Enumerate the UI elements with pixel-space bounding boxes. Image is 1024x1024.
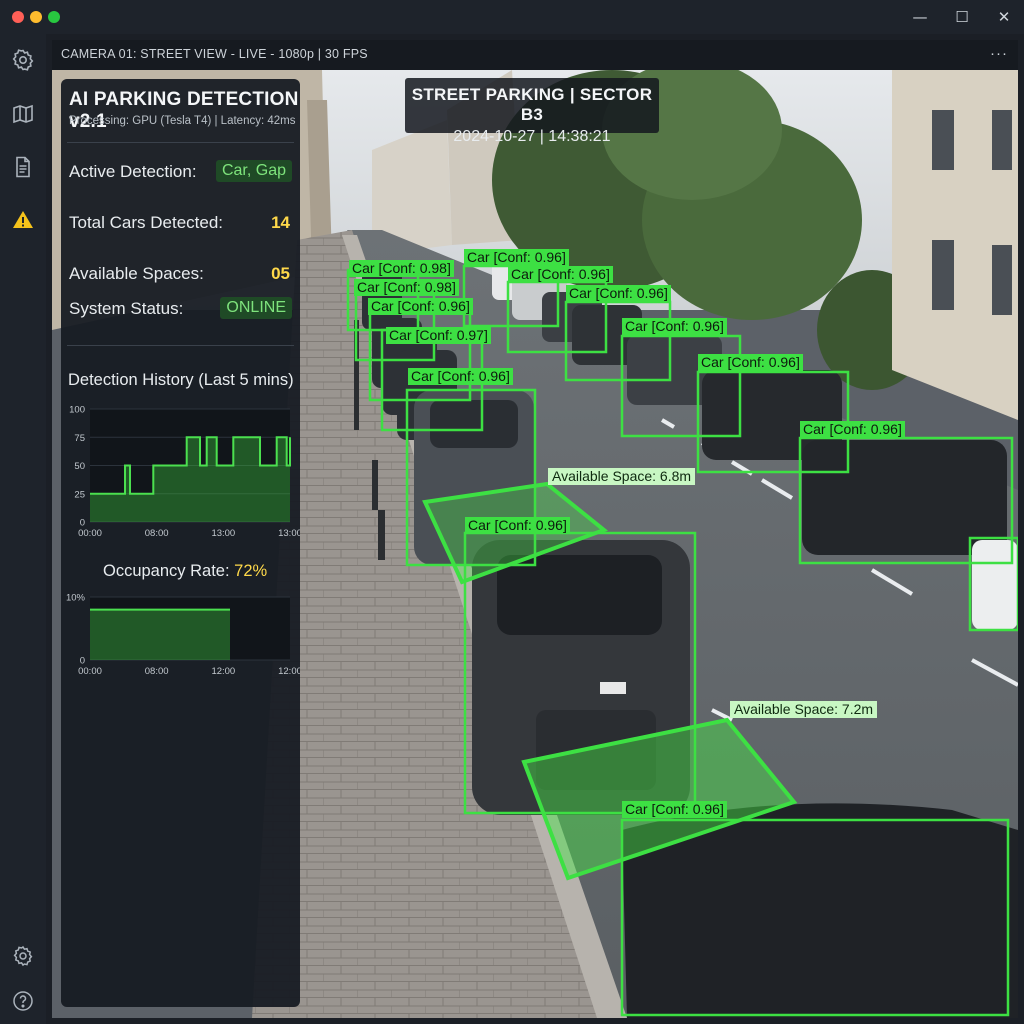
gear-icon[interactable] (11, 48, 35, 72)
document-icon[interactable] (11, 155, 35, 179)
series-area (90, 609, 230, 660)
maximize-button[interactable]: ☐ (949, 6, 975, 28)
occupancy-chart: 10% 000:00 08:00 12:00 12:00 (66, 593, 300, 678)
y-tick-label: 75 (74, 433, 85, 444)
detection-label: Car [Conf: 0.96] (566, 285, 671, 302)
total-cars-label: Total Cars Detected: (69, 213, 224, 232)
x-tick-label: 13:00 (211, 528, 235, 539)
detection-label: Car [Conf: 0.96] (800, 421, 905, 438)
system-status-badge: ONLINE (220, 297, 292, 319)
available-spaces-value: 05 (271, 264, 290, 283)
detection-label: Car [Conf: 0.96] (622, 318, 727, 335)
help-icon[interactable] (11, 989, 35, 1013)
x-tick-label: 00:00 (78, 666, 102, 677)
icon-sidebar (0, 34, 46, 1024)
detection-label: Car [Conf: 0.96] (368, 298, 473, 315)
y-tick-label: 0 (80, 656, 85, 667)
x-tick-label: 12:00 (278, 666, 300, 677)
panel-subtitle: Processing: GPU (Tesla T4) | Latency: 42… (69, 115, 296, 127)
detection-label: Car [Conf: 0.96] (508, 266, 613, 283)
x-tick-label: 00:00 (78, 528, 102, 539)
active-detection-value: Car, Gap (215, 160, 292, 182)
occupancy-value: 72% (234, 562, 268, 580)
x-tick-label: 08:00 (145, 528, 169, 539)
map-icon[interactable] (11, 102, 35, 126)
x-tick-label: 12:00 (211, 666, 235, 677)
occupancy-title: Occupancy Rate: 72% (103, 562, 267, 581)
close-button[interactable]: ✕ (991, 6, 1017, 28)
history-chart: 100 75 50 25 000:00 08:00 13:00 13:00 (69, 405, 300, 540)
space-label: Available Space: 6.8m (548, 468, 696, 485)
occupancy-label: Occupancy Rate: (103, 562, 235, 580)
sector-overlay: STREET PARKING | SECTOR B3 2024-10-27 | … (405, 78, 659, 145)
camera-title: CAMERA 01: STREET VIEW - LIVE - 1080p | … (61, 47, 368, 61)
divider (67, 345, 294, 346)
detection-label: Car [Conf: 0.96] (408, 368, 513, 385)
warning-icon[interactable] (11, 208, 35, 232)
system-status-label: System Status: (69, 299, 184, 318)
total-cars-value: 14 (271, 213, 290, 232)
detection-label: Car [Conf: 0.98] (349, 260, 454, 277)
x-tick-label: 13:00 (278, 528, 300, 539)
detection-label: Car [Conf: 0.96] (622, 801, 727, 818)
detection-label: Car [Conf: 0.96] (698, 354, 803, 371)
detection-label: Car [Conf: 0.98] (354, 279, 459, 296)
detection-panel: AI PARKING DETECTION v2.1 Processing: GP… (61, 79, 300, 1007)
detection-label: Car [Conf: 0.96] (465, 517, 570, 534)
close-dot[interactable] (12, 11, 24, 23)
history-title: Detection History (Last 5 mins) (68, 371, 294, 389)
detection-label: Car [Conf: 0.97] (386, 327, 491, 344)
y-tick-label: 0 (80, 518, 85, 529)
detection-label: Car [Conf: 0.96] (464, 249, 569, 266)
window-titlebar: — ☐ ✕ (0, 0, 1024, 34)
space-label: Available Space: 7.2m (730, 701, 878, 718)
minimize-button[interactable]: — (907, 6, 933, 28)
sector-title: STREET PARKING | SECTOR B3 (411, 85, 653, 124)
y-tick-label: 100 (69, 405, 85, 416)
active-detection-label: Active Detection: (69, 162, 197, 181)
more-options-button[interactable]: ··· (990, 40, 1008, 68)
y-tick-label: 50 (74, 461, 85, 472)
divider (67, 142, 294, 143)
available-spaces-label: Available Spaces: (69, 264, 204, 283)
zoom-dot[interactable] (48, 11, 60, 23)
y-tick-label: 25 (74, 489, 85, 500)
y-tick-label: 10% (66, 593, 86, 604)
sector-datetime: 2024-10-27 | 14:38:21 (453, 128, 611, 145)
camera-header: CAMERA 01: STREET VIEW - LIVE - 1080p | … (52, 40, 1018, 70)
minimize-dot[interactable] (30, 11, 42, 23)
x-tick-label: 08:00 (145, 666, 169, 677)
settings-icon[interactable] (11, 944, 35, 968)
